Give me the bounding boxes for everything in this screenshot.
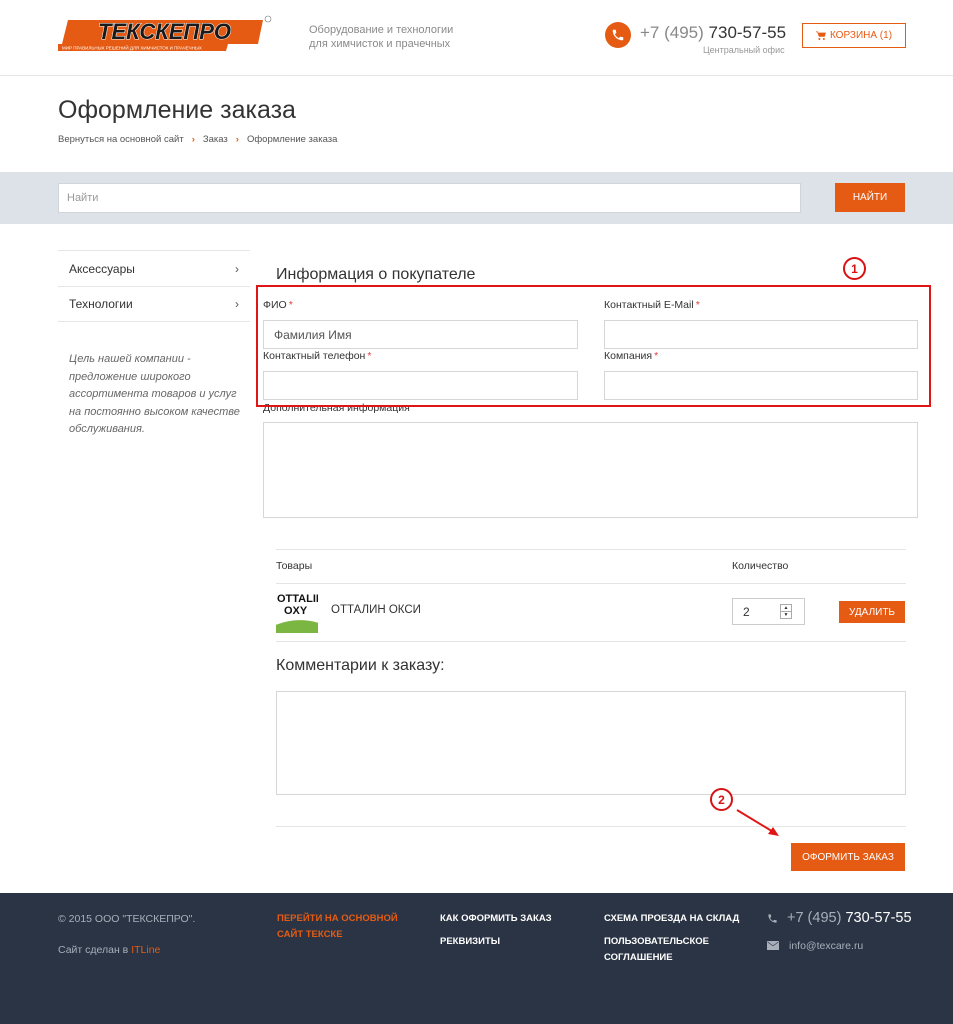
phone-caption: Центральный офис bbox=[703, 45, 785, 55]
footer-link-main-site[interactable]: ПЕРЕЙТИ НА ОСНОВНОЙ САЙТ ТЕКСКЕ bbox=[277, 911, 398, 943]
svg-text:МИР ПРАВИЛЬНЫХ РЕШЕНИЙ ДЛЯ ХИМ: МИР ПРАВИЛЬНЫХ РЕШЕНИЙ ДЛЯ ХИМЧИСТОК И П… bbox=[62, 44, 202, 51]
phone-main: 730-57-55 bbox=[708, 23, 787, 42]
breadcrumb: Вернуться на основной сайт › Заказ › Офо… bbox=[58, 134, 337, 145]
search-input[interactable] bbox=[58, 183, 801, 213]
phone-label-text: Контактный телефон bbox=[263, 350, 366, 362]
chevron-right-icon: › bbox=[235, 261, 239, 276]
fio-label-text: ФИО bbox=[263, 299, 287, 311]
search-button[interactable]: НАЙТИ bbox=[835, 183, 905, 212]
place-order-button[interactable]: ОФОРМИТЬ ЗАКАЗ bbox=[791, 843, 905, 871]
phone-icon bbox=[605, 22, 631, 48]
footer-phone-code: +7 (495) bbox=[787, 910, 842, 926]
main-site-line1: ПЕРЕЙТИ НА ОСНОВНОЙ bbox=[277, 913, 398, 924]
annotation-arrow-icon bbox=[736, 809, 779, 836]
cart-icon bbox=[816, 31, 826, 40]
annotation-marker-2: 2 bbox=[710, 788, 733, 811]
breadcrumb-order[interactable]: Заказ bbox=[203, 134, 228, 145]
tagline-line2: для химчисток и прачечных bbox=[309, 38, 451, 50]
main-site-line2: САЙТ ТЕКСКЕ bbox=[277, 929, 343, 940]
search-band: НАЙТИ bbox=[0, 172, 953, 224]
spinner-down-icon[interactable]: ▼ bbox=[781, 612, 791, 618]
quantity-stepper[interactable]: 2 ▲ ▼ bbox=[732, 598, 805, 625]
itline-link[interactable]: ITLine bbox=[131, 944, 160, 956]
phone-label: Контактный телефон * bbox=[263, 350, 371, 362]
extra-info-label: Дополнительная информация bbox=[263, 402, 410, 414]
required-mark: * bbox=[367, 350, 372, 362]
sidebar-item-label: Технологии bbox=[69, 297, 133, 311]
fio-label: ФИО * bbox=[263, 299, 293, 311]
header-phone[interactable]: +7 (495) 730-57-55 bbox=[640, 23, 786, 43]
spinner-control[interactable]: ▲ ▼ bbox=[780, 604, 792, 619]
agreement-line1: ПОЛЬЗОВАТЕЛЬСКОЕ bbox=[604, 936, 710, 947]
site-header: ТЕКСКЕПРО МИР ПРАВИЛЬНЫХ РЕШЕНИЙ ДЛЯ ХИМ… bbox=[0, 0, 953, 76]
quantity-value[interactable]: 2 bbox=[733, 605, 780, 619]
goods-column-header: Товары bbox=[276, 560, 313, 572]
footer-link-agreement[interactable]: ПОЛЬЗОВАТЕЛЬСКОЕ СОГЛАШЕНИЕ bbox=[604, 934, 709, 966]
qty-column-header: Количество bbox=[732, 560, 789, 572]
envelope-icon bbox=[767, 941, 779, 950]
footer-email[interactable]: info@texcare.ru bbox=[789, 940, 863, 952]
footer-link-how-to-order[interactable]: КАК ОФОРМИТЬ ЗАКАЗ bbox=[440, 911, 552, 927]
required-mark: * bbox=[695, 299, 700, 311]
required-mark: * bbox=[288, 299, 293, 311]
product-logo-line1: OTTALIN bbox=[277, 593, 318, 605]
delete-product-button[interactable]: УДАЛИТЬ bbox=[839, 601, 905, 623]
chevron-right-icon: › bbox=[235, 297, 239, 311]
comments-title: Комментарии к заказу: bbox=[276, 657, 445, 674]
form-divider bbox=[276, 826, 906, 827]
agreement-line2: СОГЛАШЕНИЕ bbox=[604, 952, 673, 963]
sidebar-item-technologies[interactable]: Технологии › bbox=[58, 286, 250, 322]
fio-field[interactable] bbox=[263, 320, 578, 349]
table-divider bbox=[276, 583, 906, 584]
breadcrumb-current: Оформление заказа bbox=[246, 134, 338, 145]
sidebar: Аксессуары › Технологии › bbox=[58, 250, 250, 322]
footer-link-requisites[interactable]: РЕКВИЗИТЫ bbox=[440, 934, 500, 950]
sidebar-description: Цель нашей компании - предложение широко… bbox=[69, 353, 240, 435]
footer-phone-icon bbox=[768, 914, 777, 923]
sidebar-item-label: Аксессуары bbox=[69, 261, 135, 276]
header-tagline: Оборудование и технологии для химчисток … bbox=[309, 23, 453, 51]
footer-phone-number: 730-57-55 bbox=[845, 910, 912, 926]
svg-text:ТЕКСКЕПРО: ТЕКСКЕПРО bbox=[98, 19, 231, 44]
table-divider bbox=[276, 549, 906, 550]
footer-link-map[interactable]: СХЕМА ПРОЕЗДА НА СКЛАД bbox=[604, 911, 739, 927]
footer-made-by: Сайт сделан в ITLine bbox=[58, 944, 160, 956]
phone-field[interactable] bbox=[263, 371, 578, 400]
extra-info-textarea[interactable] bbox=[263, 422, 918, 518]
footer-copyright: © 2015 ООО "ТЕКСКЕПРО". bbox=[58, 913, 196, 925]
product-logo-line2: OXY bbox=[284, 605, 308, 617]
annotation-marker-1: 1 bbox=[843, 257, 866, 280]
buyer-info-title: Информация о покупателе bbox=[276, 266, 476, 283]
spinner-up-icon[interactable]: ▲ bbox=[781, 605, 791, 612]
breadcrumb-separator-icon: › bbox=[235, 134, 239, 145]
made-by-prefix: Сайт сделан в bbox=[58, 944, 129, 956]
required-mark: * bbox=[654, 350, 659, 362]
breadcrumb-separator-icon: › bbox=[191, 134, 195, 145]
company-label-text: Компания bbox=[604, 350, 653, 362]
product-image[interactable]: OTTALIN OXY bbox=[276, 590, 318, 633]
phone-code: +7 (495) bbox=[640, 23, 704, 42]
tagline-line1: Оборудование и технологии bbox=[309, 24, 454, 36]
company-label: Компания * bbox=[604, 350, 658, 362]
table-divider bbox=[276, 641, 906, 642]
company-logo[interactable]: ТЕКСКЕПРО МИР ПРАВИЛЬНЫХ РЕШЕНИЙ ДЛЯ ХИМ… bbox=[58, 14, 273, 54]
page-title: Оформление заказа bbox=[58, 96, 296, 124]
product-name[interactable]: ОТТАЛИН ОКСИ bbox=[331, 604, 421, 616]
sidebar-item-accessories[interactable]: Аксессуары › bbox=[58, 250, 250, 286]
cart-label: КОРЗИНА (1) bbox=[829, 30, 893, 41]
email-label: Контактный E-Mail * bbox=[604, 299, 700, 311]
company-field[interactable] bbox=[604, 371, 918, 400]
email-field[interactable] bbox=[604, 320, 918, 349]
breadcrumb-home[interactable]: Вернуться на основной сайт bbox=[58, 134, 184, 145]
footer-phone[interactable]: +7 (495) 730-57-55 bbox=[787, 910, 912, 926]
comments-textarea[interactable] bbox=[276, 691, 906, 795]
cart-button[interactable]: КОРЗИНА (1) bbox=[802, 23, 906, 48]
email-label-text: Контактный E-Mail bbox=[604, 299, 694, 311]
